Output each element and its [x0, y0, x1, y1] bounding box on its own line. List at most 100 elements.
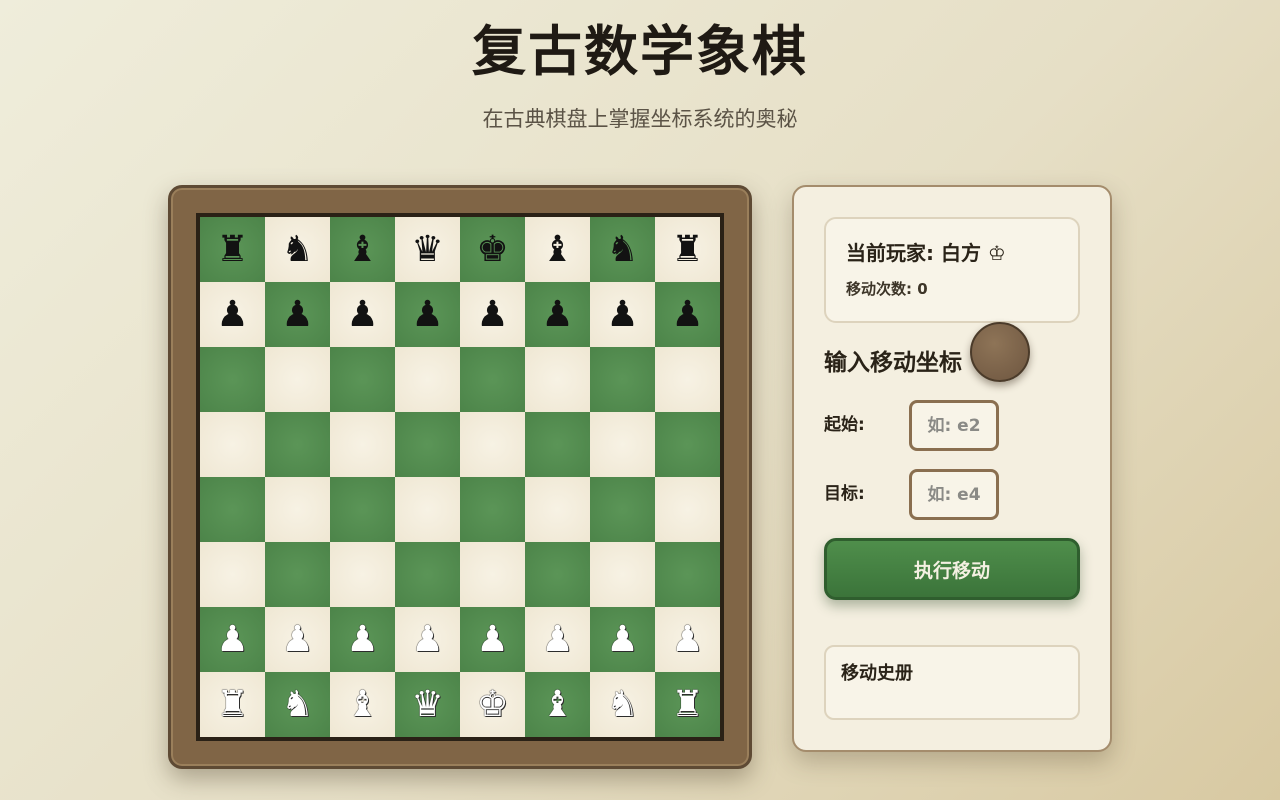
square-g4[interactable]: [590, 477, 655, 542]
square-f6[interactable]: [525, 347, 590, 412]
execute-move-button[interactable]: 执行移动: [824, 538, 1080, 600]
square-d2[interactable]: ♟: [395, 607, 460, 672]
white-piece[interactable]: ♟: [671, 621, 703, 658]
square-e3[interactable]: [460, 542, 525, 607]
black-piece[interactable]: ♟: [476, 296, 508, 333]
black-piece[interactable]: ♜: [671, 231, 703, 268]
square-a8[interactable]: ♜: [200, 217, 265, 282]
square-e8[interactable]: ♚: [460, 217, 525, 282]
square-c5[interactable]: [330, 412, 395, 477]
square-a3[interactable]: [200, 542, 265, 607]
black-piece[interactable]: ♟: [606, 296, 638, 333]
square-h4[interactable]: [655, 477, 720, 542]
black-piece[interactable]: ♟: [411, 296, 443, 333]
white-piece[interactable]: ♟: [476, 621, 508, 658]
from-input[interactable]: [909, 400, 999, 451]
square-f2[interactable]: ♟: [525, 607, 590, 672]
square-e6[interactable]: [460, 347, 525, 412]
square-c6[interactable]: [330, 347, 395, 412]
square-a7[interactable]: ♟: [200, 282, 265, 347]
square-e7[interactable]: ♟: [460, 282, 525, 347]
square-a2[interactable]: ♟: [200, 607, 265, 672]
white-piece[interactable]: ♜: [216, 686, 248, 723]
square-f7[interactable]: ♟: [525, 282, 590, 347]
square-b4[interactable]: [265, 477, 330, 542]
white-piece[interactable]: ♜: [671, 686, 703, 723]
black-piece[interactable]: ♝: [346, 231, 378, 268]
square-b6[interactable]: [265, 347, 330, 412]
black-piece[interactable]: ♟: [216, 296, 248, 333]
square-a6[interactable]: [200, 347, 265, 412]
square-c4[interactable]: [330, 477, 395, 542]
black-piece[interactable]: ♟: [541, 296, 573, 333]
square-e5[interactable]: [460, 412, 525, 477]
square-c7[interactable]: ♟: [330, 282, 395, 347]
square-g2[interactable]: ♟: [590, 607, 655, 672]
black-piece[interactable]: ♞: [281, 231, 313, 268]
square-b5[interactable]: [265, 412, 330, 477]
square-h6[interactable]: [655, 347, 720, 412]
square-c8[interactable]: ♝: [330, 217, 395, 282]
black-piece[interactable]: ♟: [281, 296, 313, 333]
square-d5[interactable]: [395, 412, 460, 477]
square-h7[interactable]: ♟: [655, 282, 720, 347]
square-d1[interactable]: ♛: [395, 672, 460, 737]
square-a5[interactable]: [200, 412, 265, 477]
white-piece[interactable]: ♟: [606, 621, 638, 658]
square-e1[interactable]: ♚: [460, 672, 525, 737]
to-input[interactable]: [909, 469, 999, 520]
white-piece[interactable]: ♞: [606, 686, 638, 723]
black-piece[interactable]: ♞: [606, 231, 638, 268]
square-f8[interactable]: ♝: [525, 217, 590, 282]
square-d3[interactable]: [395, 542, 460, 607]
toggle-button[interactable]: [970, 322, 1030, 382]
white-piece[interactable]: ♚: [476, 686, 508, 723]
square-b1[interactable]: ♞: [265, 672, 330, 737]
square-h3[interactable]: [655, 542, 720, 607]
black-piece[interactable]: ♝: [541, 231, 573, 268]
black-piece[interactable]: ♟: [346, 296, 378, 333]
square-b8[interactable]: ♞: [265, 217, 330, 282]
white-piece[interactable]: ♟: [346, 621, 378, 658]
square-h2[interactable]: ♟: [655, 607, 720, 672]
white-piece[interactable]: ♞: [281, 686, 313, 723]
white-piece[interactable]: ♟: [541, 621, 573, 658]
white-piece[interactable]: ♛: [411, 686, 443, 723]
white-piece[interactable]: ♟: [216, 621, 248, 658]
black-piece[interactable]: ♜: [216, 231, 248, 268]
square-g3[interactable]: [590, 542, 655, 607]
square-d7[interactable]: ♟: [395, 282, 460, 347]
square-g8[interactable]: ♞: [590, 217, 655, 282]
black-piece[interactable]: ♛: [411, 231, 443, 268]
square-c1[interactable]: ♝: [330, 672, 395, 737]
black-piece[interactable]: ♚: [476, 231, 508, 268]
square-h1[interactable]: ♜: [655, 672, 720, 737]
square-b7[interactable]: ♟: [265, 282, 330, 347]
square-b3[interactable]: [265, 542, 330, 607]
square-h8[interactable]: ♜: [655, 217, 720, 282]
square-d8[interactable]: ♛: [395, 217, 460, 282]
square-f1[interactable]: ♝: [525, 672, 590, 737]
square-h5[interactable]: [655, 412, 720, 477]
square-f3[interactable]: [525, 542, 590, 607]
square-g7[interactable]: ♟: [590, 282, 655, 347]
square-c2[interactable]: ♟: [330, 607, 395, 672]
square-g1[interactable]: ♞: [590, 672, 655, 737]
square-g6[interactable]: [590, 347, 655, 412]
square-b2[interactable]: ♟: [265, 607, 330, 672]
square-c3[interactable]: [330, 542, 395, 607]
square-f5[interactable]: [525, 412, 590, 477]
black-piece[interactable]: ♟: [671, 296, 703, 333]
square-d4[interactable]: [395, 477, 460, 542]
square-a1[interactable]: ♜: [200, 672, 265, 737]
square-a4[interactable]: [200, 477, 265, 542]
square-e4[interactable]: [460, 477, 525, 542]
square-d6[interactable]: [395, 347, 460, 412]
white-piece[interactable]: ♟: [281, 621, 313, 658]
white-piece[interactable]: ♝: [541, 686, 573, 723]
white-piece[interactable]: ♟: [411, 621, 443, 658]
white-piece[interactable]: ♝: [346, 686, 378, 723]
square-e2[interactable]: ♟: [460, 607, 525, 672]
square-g5[interactable]: [590, 412, 655, 477]
square-f4[interactable]: [525, 477, 590, 542]
